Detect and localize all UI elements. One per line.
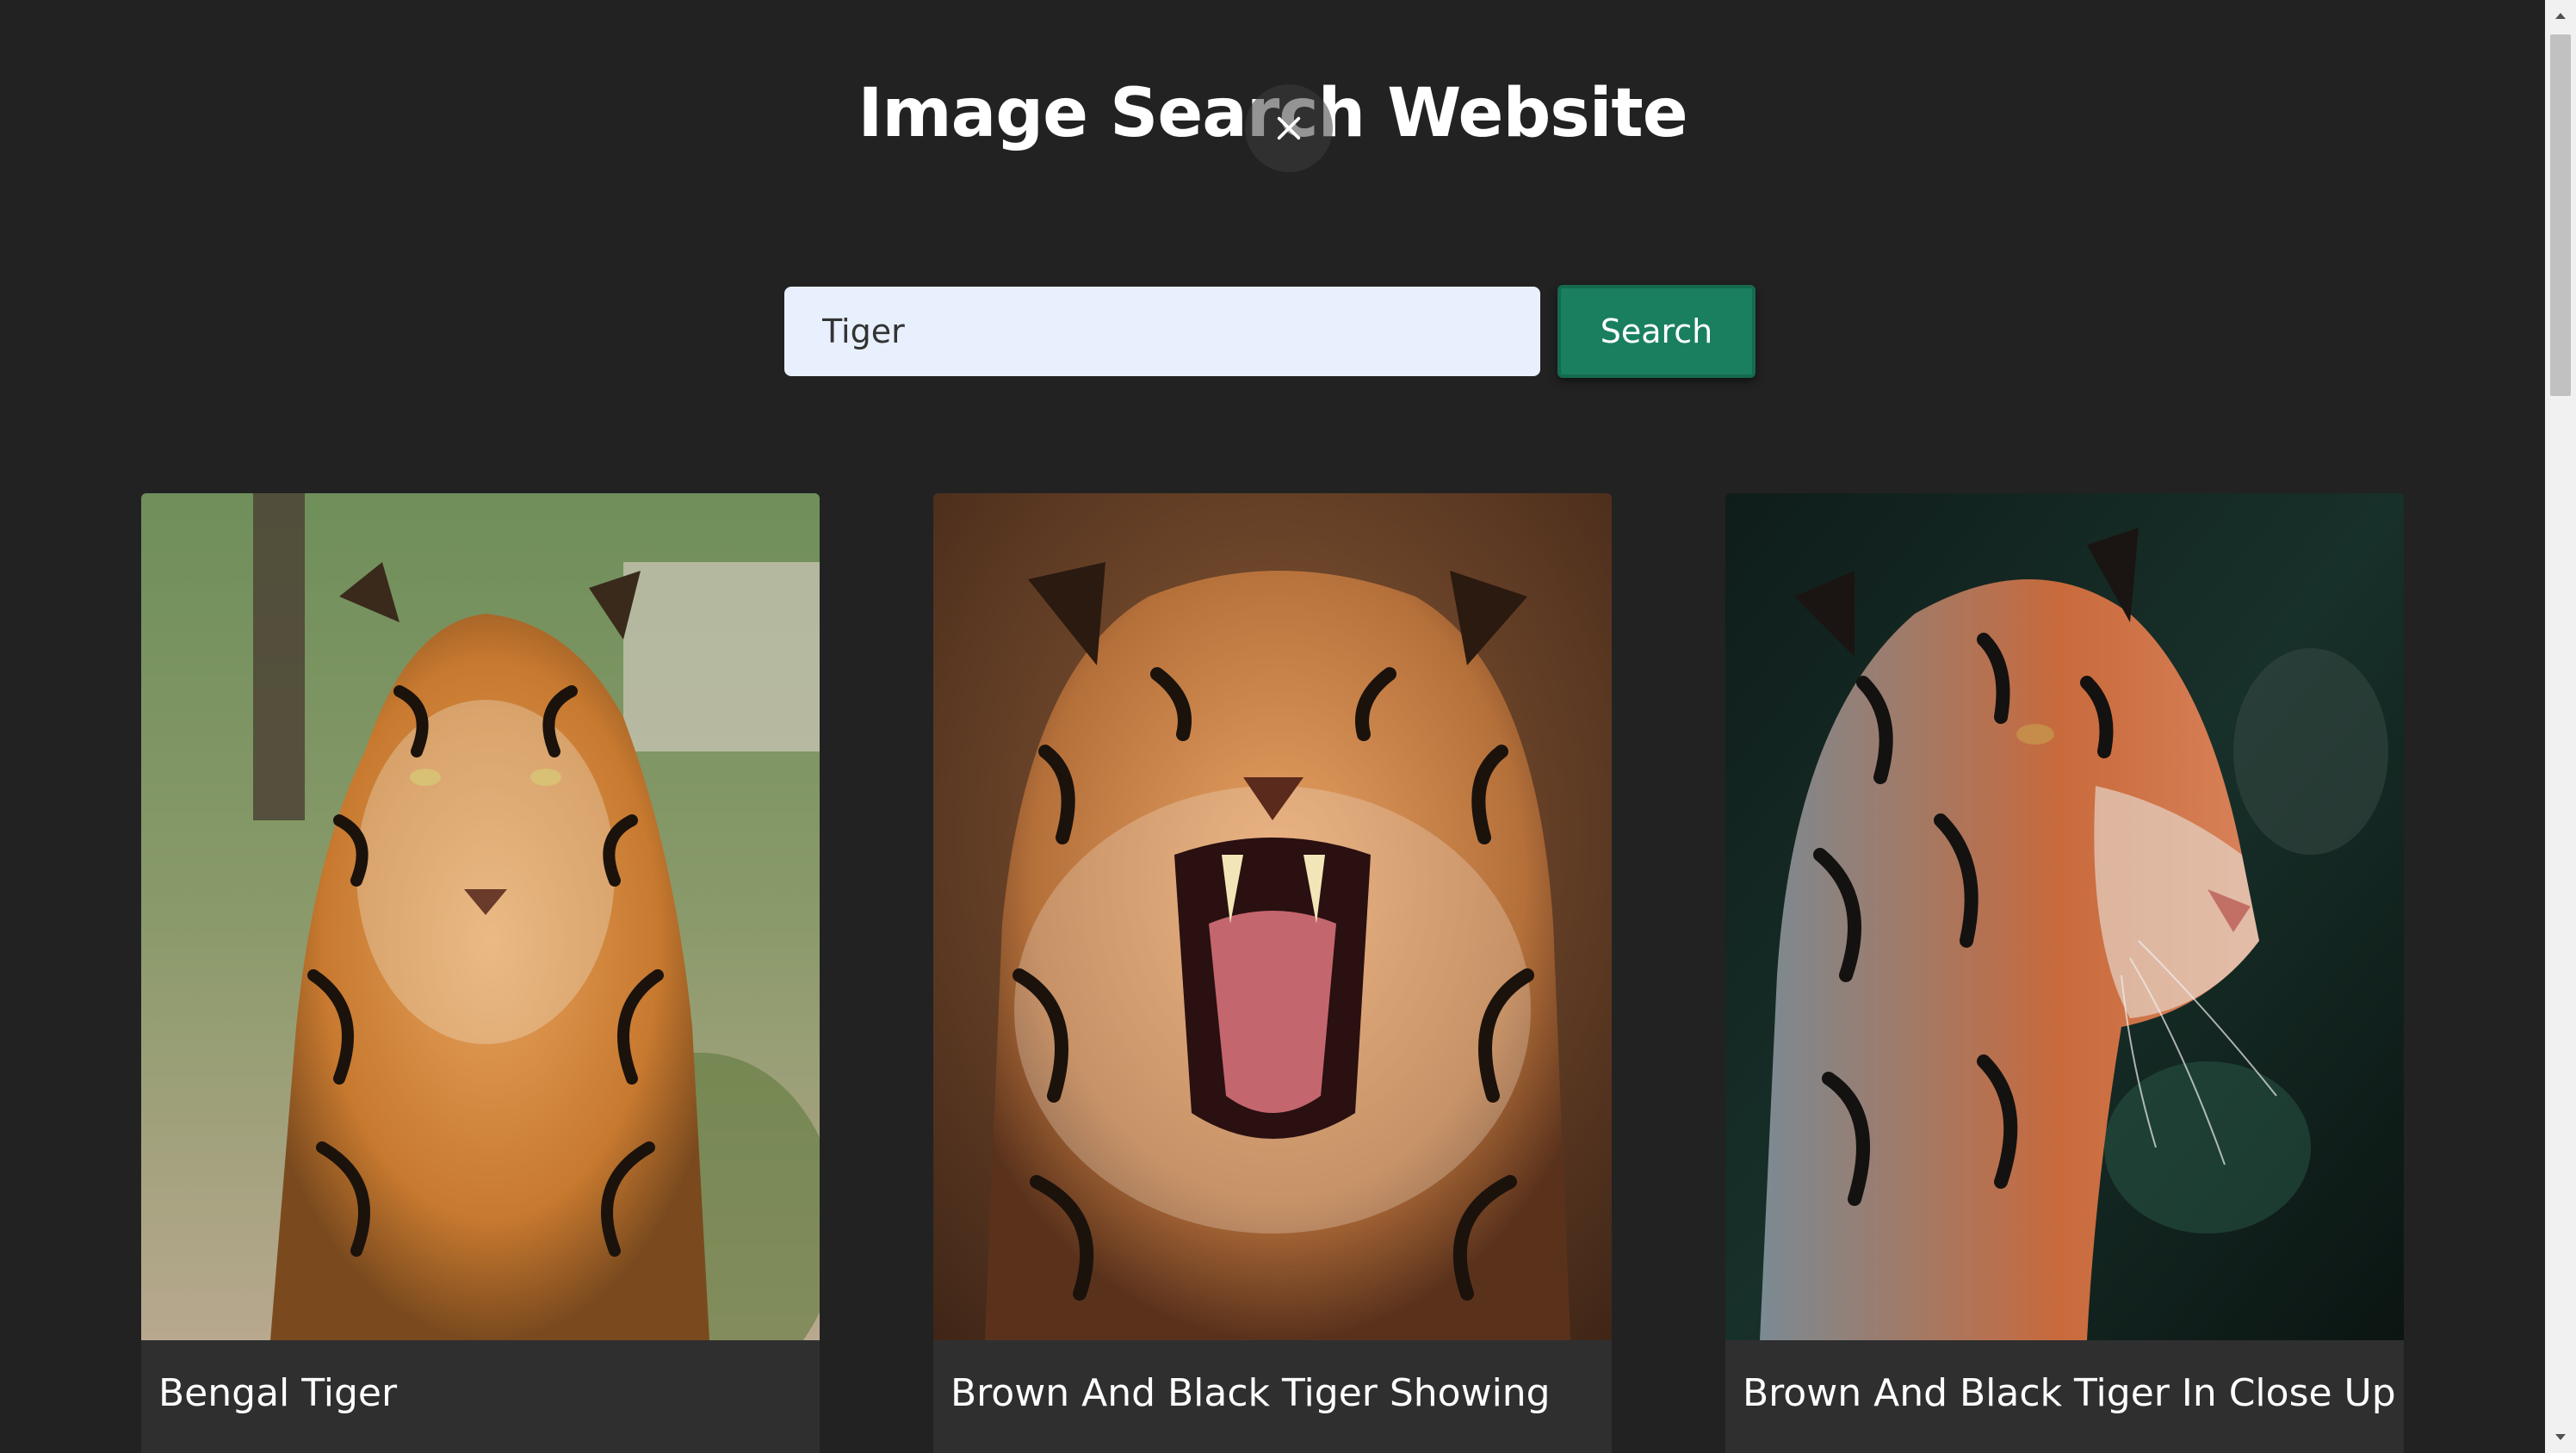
search-input[interactable] bbox=[784, 287, 1540, 376]
scrollbar-thumb[interactable] bbox=[2550, 34, 2571, 396]
result-image[interactable] bbox=[141, 493, 820, 1340]
scroll-down-arrow-icon[interactable] bbox=[2545, 1422, 2576, 1453]
close-icon bbox=[1277, 116, 1301, 140]
result-title: Brown And Black Tiger In Close Up bbox=[1743, 1371, 2396, 1415]
result-title: Brown And Black Tiger Showing bbox=[951, 1371, 1551, 1415]
scroll-up-arrow-icon[interactable] bbox=[2545, 0, 2576, 31]
vertical-scrollbar[interactable] bbox=[2545, 0, 2576, 1453]
result-card[interactable]: Brown And Black Tiger In Close Up bbox=[1725, 493, 2404, 1453]
result-card[interactable]: Bengal Tiger bbox=[141, 493, 820, 1453]
page: Image Search Website Search bbox=[0, 0, 2576, 1453]
search-button[interactable]: Search bbox=[1557, 285, 1756, 378]
close-button[interactable] bbox=[1245, 84, 1333, 172]
result-image[interactable] bbox=[933, 493, 1612, 1340]
result-card[interactable]: Brown And Black Tiger Showing bbox=[933, 493, 1612, 1453]
result-title: Bengal Tiger bbox=[158, 1371, 398, 1415]
result-image[interactable] bbox=[1725, 493, 2404, 1340]
